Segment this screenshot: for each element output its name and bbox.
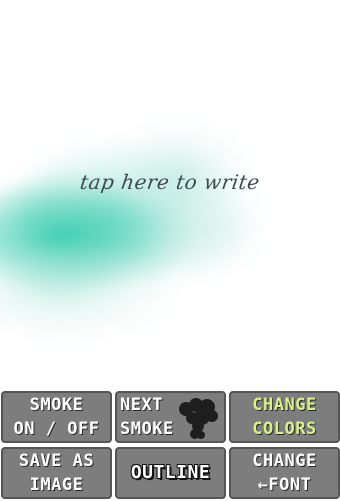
change-colors-button[interactable]: CHANGE COLORS xyxy=(229,391,340,443)
button-label: NEXT xyxy=(120,395,163,415)
tap-to-write-prompt[interactable]: tap here to write xyxy=(0,170,340,194)
button-label: COLORS xyxy=(252,419,317,439)
button-label: ←FONT xyxy=(257,475,312,495)
smoke-cloud xyxy=(0,250,180,340)
smoke-toggle-button[interactable]: SMOKE ON / OFF xyxy=(1,391,112,443)
smoke-cloud xyxy=(150,190,270,280)
next-smoke-button[interactable]: NEXT SMOKE xyxy=(115,391,226,443)
button-label: OUTLINE xyxy=(130,462,211,483)
writing-canvas[interactable]: tap here to write xyxy=(0,0,340,390)
button-label: ON / OFF xyxy=(13,419,100,439)
control-panel: SMOKE ON / OFF NEXT SMOKE CHANGE COLORS … xyxy=(0,391,340,501)
button-label: SMOKE xyxy=(120,419,174,439)
button-label: IMAGE xyxy=(29,475,84,495)
change-font-button[interactable]: CHANGE ←FONT xyxy=(229,447,340,499)
button-label: CHANGE xyxy=(252,451,317,471)
outline-button[interactable]: OUTLINE xyxy=(115,447,226,499)
button-label: CHANGE xyxy=(252,395,317,415)
button-label: SMOKE xyxy=(29,395,84,415)
button-label: SAVE AS xyxy=(18,451,95,471)
smoke-cloud-icon xyxy=(179,398,218,439)
save-as-image-button[interactable]: SAVE AS IMAGE xyxy=(1,447,112,499)
